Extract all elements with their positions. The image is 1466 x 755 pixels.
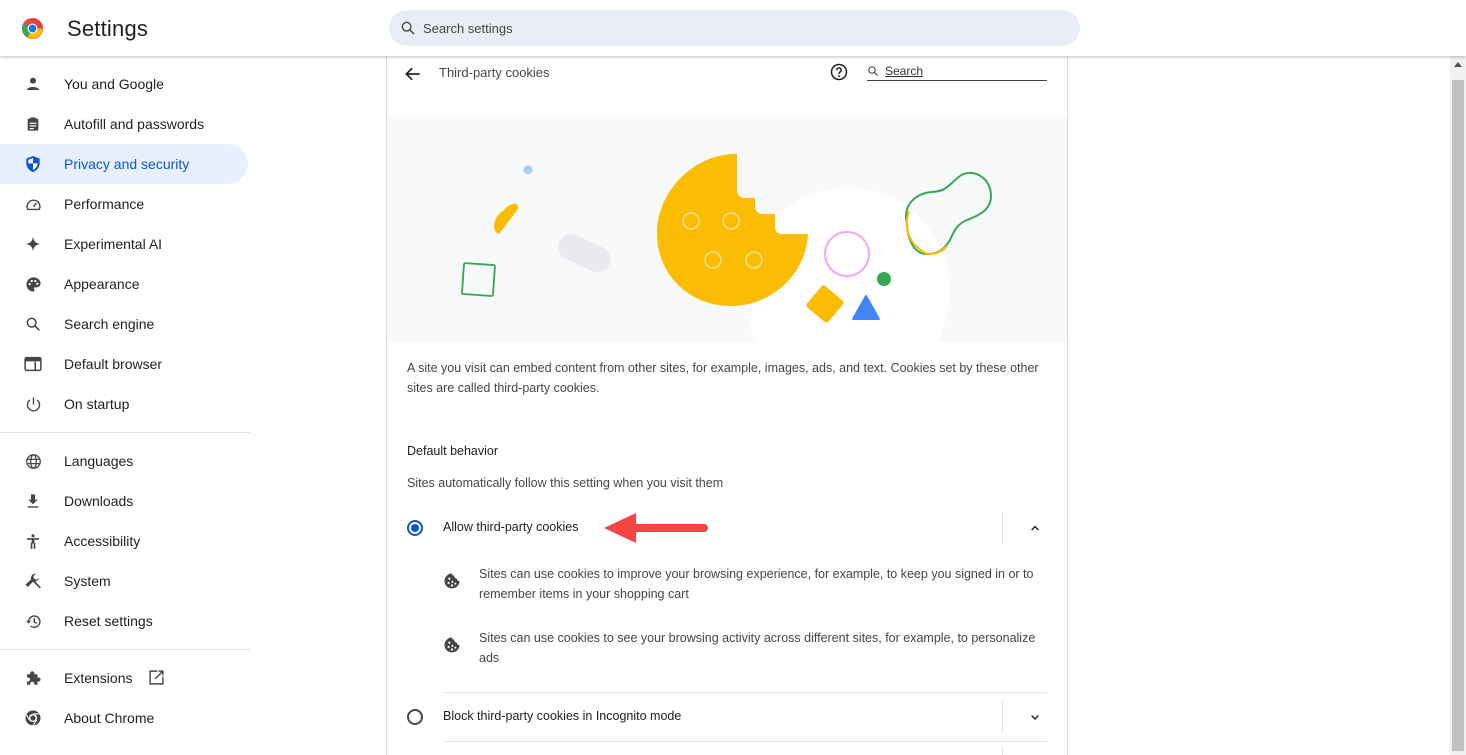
page-scrollbar[interactable]: [1450, 56, 1466, 755]
subpage-search-input[interactable]: [885, 64, 1035, 78]
sidebar-item-label: System: [64, 573, 111, 589]
app-title: Settings: [67, 16, 149, 41]
chevron-up-icon[interactable]: [1027, 520, 1043, 536]
sidebar-item-accessibility[interactable]: Accessibility: [0, 521, 248, 561]
search-settings-input[interactable]: [423, 20, 1023, 36]
option-label: Block third-party cookies in Incognito m…: [443, 709, 682, 723]
sidebar-item-label: Languages: [64, 453, 134, 469]
person-icon: [24, 75, 42, 93]
help-icon[interactable]: [830, 63, 848, 81]
download-icon: [24, 492, 42, 510]
sidebar-item-languages[interactable]: Languages: [0, 441, 248, 481]
sidebar-item-default-browser[interactable]: Default browser: [0, 344, 248, 384]
detail-text: Sites can use cookies to improve your br…: [479, 567, 1034, 601]
sidebar-nav: You and Google Autofill and passwords Pr…: [0, 56, 256, 755]
sidebar-item-label: On startup: [64, 396, 130, 412]
chrome-logo-icon: [21, 17, 44, 40]
sidebar-item-system[interactable]: System: [0, 561, 248, 601]
sidebar-item-privacy-and-security[interactable]: Privacy and security: [0, 144, 248, 184]
sidebar-item-label: Appearance: [64, 276, 140, 292]
sidebar-item-label: Performance: [64, 196, 145, 212]
search-icon: [24, 315, 42, 333]
chevron-down-icon[interactable]: [1027, 709, 1043, 725]
back-arrow-icon[interactable]: [403, 64, 423, 84]
sidebar-item-search-engine[interactable]: Search engine: [0, 304, 248, 344]
top-bar: Settings: [0, 0, 1466, 56]
browser-window-icon: [24, 355, 42, 373]
default-behavior-subtitle: Sites automatically follow this setting …: [407, 476, 724, 490]
subpage-search[interactable]: [867, 62, 1047, 81]
search-icon: [401, 21, 415, 35]
scrollbar-thumb[interactable]: [1452, 80, 1464, 751]
option-divider: [443, 741, 1047, 742]
scroll-up-button[interactable]: [1450, 56, 1466, 72]
row-separator: [1002, 512, 1003, 544]
sidebar-item-label: Accessibility: [64, 533, 141, 549]
row-separator: [1002, 701, 1003, 733]
allow-cookies-radio[interactable]: [407, 520, 423, 536]
sidebar-item-label: Default browser: [64, 356, 163, 372]
sparkle-icon: [24, 235, 42, 253]
sidebar-item-reset-settings[interactable]: Reset settings: [0, 601, 248, 641]
sidebar-item-appearance[interactable]: Appearance: [0, 264, 248, 304]
subpage-title: Third-party cookies: [439, 65, 550, 80]
search-settings-box[interactable]: [389, 10, 1080, 46]
chrome-icon: [24, 709, 42, 727]
search-icon: [868, 66, 878, 76]
cookie-icon: [444, 637, 460, 653]
cookie-illustration-graphic: [461, 154, 993, 342]
sidebar-item-experimental-ai[interactable]: Experimental AI: [0, 224, 248, 264]
sidebar-item-label: Downloads: [64, 493, 134, 509]
sidebar-item-label: Privacy and security: [64, 156, 190, 172]
power-icon: [24, 395, 42, 413]
sidebar-item-label: Extensions: [64, 670, 133, 686]
open-in-new-icon: [148, 669, 166, 687]
third-party-cookies-panel: Third-party cookies A site you visit: [386, 56, 1068, 755]
row-separator: [1002, 746, 1003, 755]
sidebar-item-label: You and Google: [64, 76, 164, 92]
default-behavior-heading: Default behavior: [407, 444, 499, 458]
sidebar-item-downloads[interactable]: Downloads: [0, 481, 248, 521]
sidebar-item-about-chrome[interactable]: About Chrome: [0, 698, 248, 738]
puzzle-icon: [24, 669, 42, 687]
sidebar-item-label: Experimental AI: [64, 236, 163, 252]
sidebar-item-label: Search engine: [64, 316, 155, 332]
sidebar-item-on-startup[interactable]: On startup: [0, 384, 248, 424]
cookies-illustration: [387, 116, 1067, 342]
cookie-icon: [444, 573, 460, 589]
sidebar-item-label: Autofill and passwords: [64, 116, 205, 132]
accessibility-icon: [24, 532, 42, 550]
speedometer-icon: [24, 195, 42, 213]
sidebar-divider: [0, 432, 250, 433]
sidebar-item-you-and-google[interactable]: You and Google: [0, 64, 248, 104]
subpage-header: Third-party cookies: [387, 56, 1067, 114]
option-label: Allow third-party cookies: [443, 520, 579, 534]
history-icon: [24, 612, 42, 630]
sidebar-item-label: About Chrome: [64, 710, 155, 726]
sidebar-item-label: Reset settings: [64, 613, 153, 629]
detail-text: Sites can use cookies to see your browsi…: [479, 631, 1036, 665]
palette-icon: [24, 275, 42, 293]
sidebar-divider: [0, 649, 250, 650]
clipboard-icon: [24, 115, 42, 133]
option-allow-third-party-cookies[interactable]: Allow third-party cookies: [407, 504, 1047, 552]
globe-icon: [24, 452, 42, 470]
block-incognito-radio[interactable]: [407, 709, 423, 725]
wrench-icon: [24, 572, 42, 590]
shield-icon: [24, 155, 42, 173]
option-block-incognito[interactable]: Block third-party cookies in Incognito m…: [407, 693, 1047, 741]
sidebar-item-performance[interactable]: Performance: [0, 184, 248, 224]
cookies-description: A site you visit can embed content from …: [407, 361, 1039, 395]
sidebar-item-autofill[interactable]: Autofill and passwords: [0, 104, 248, 144]
sidebar-item-extensions[interactable]: Extensions: [0, 658, 248, 698]
